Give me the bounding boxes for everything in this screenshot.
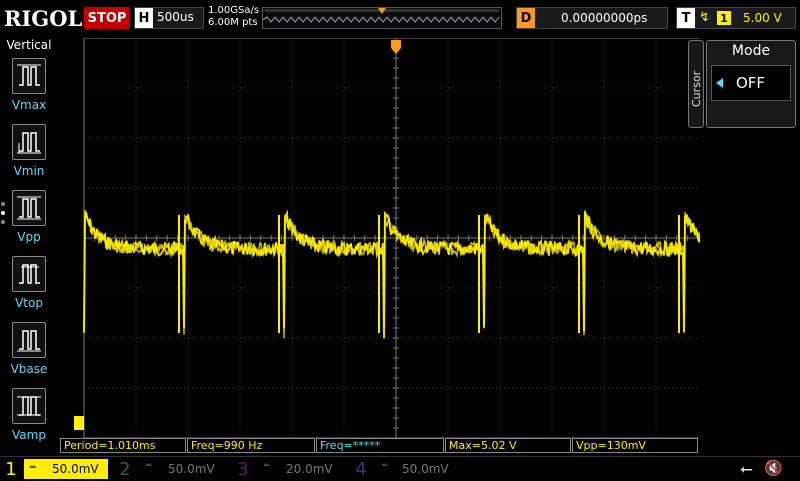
channel-1-trace-noise	[83, 209, 704, 339]
vtop-icon	[12, 256, 46, 292]
vertical-measure-menu: Vertical Vmax Vmin Vpp Vtop Vbase Vamp	[0, 38, 58, 450]
top-status-bar: RIGOL STOP H 500us 1.00GSa/s 6.00M pts D…	[0, 0, 800, 38]
measurement-period[interactable]: Period=1.010ms	[60, 438, 186, 453]
measurement-vpp[interactable]: Vpp=130mV	[572, 438, 698, 453]
horizontal-timebase[interactable]: H 500us	[134, 7, 204, 29]
vpp-icon	[12, 190, 46, 226]
vmax-icon	[12, 58, 46, 94]
measurement-freq-2[interactable]: Freq=*****	[316, 438, 444, 453]
rising-edge-icon: ↯	[699, 10, 710, 25]
dc-coupling-icon: ═	[264, 461, 270, 471]
menu-label: Vtop	[15, 296, 43, 310]
channel-2-tab[interactable]: 2 50.0mV ═	[116, 457, 228, 481]
run-stop-button[interactable]: STOP	[84, 7, 130, 29]
speaker-muted-icon[interactable]: 🔇	[764, 459, 783, 477]
mode-title: Mode	[731, 43, 771, 59]
dc-coupling-icon: ═	[382, 461, 388, 471]
vamp-icon	[12, 388, 46, 424]
waveform-display[interactable]	[60, 37, 718, 439]
mode-value: OFF	[736, 74, 766, 92]
cursor-section-title: Cursor	[690, 70, 703, 107]
menu-item-vpp[interactable]: Vpp	[0, 190, 58, 256]
rigol-logo: RIGOL	[4, 6, 83, 31]
vmin-icon	[12, 124, 46, 160]
trigger-position-marker	[391, 40, 401, 54]
channel-scale: 50.0mV	[402, 462, 449, 476]
measurement-bar: Period=1.010ms Freq=990 Hz Freq=***** Ma…	[60, 438, 700, 454]
trigger-delay[interactable]: D 0.00000000ps	[516, 7, 668, 29]
horizontal-key: H	[135, 8, 153, 28]
dc-coupling-icon: ═	[30, 463, 36, 473]
channel-1-tab[interactable]: 1 50.0mV ═	[0, 457, 112, 481]
measurement-freq[interactable]: Freq=990 Hz	[187, 438, 315, 453]
memory-depth: 6.00M pts	[208, 17, 258, 28]
menu-label: Vmax	[11, 98, 47, 112]
channel-1-offset-marker	[74, 416, 84, 430]
selector-arrow-icon	[716, 78, 723, 88]
channel-number: 3	[237, 458, 249, 480]
usb-icon: ⭠	[740, 459, 753, 478]
menu-item-vmax[interactable]: Vmax	[0, 58, 58, 124]
measurement-max[interactable]: Max=5.02 V	[445, 438, 571, 453]
trigger-settings[interactable]: T ↯ 1 5.00 V	[676, 7, 796, 29]
menu-item-vamp[interactable]: Vamp	[0, 388, 58, 454]
cursor-tab[interactable]: Cursor	[688, 40, 704, 128]
channel-scale: 50.0mV	[52, 462, 99, 476]
menu-item-vmin[interactable]: Vmin	[0, 124, 58, 190]
channel-number: 2	[119, 458, 131, 480]
menu-label: Vmin	[13, 164, 45, 178]
channel-number: 4	[355, 458, 367, 480]
menu-title: Vertical	[6, 38, 52, 52]
menu-label: Vamp	[12, 428, 46, 442]
memory-timeline[interactable]	[262, 7, 502, 29]
menu-item-vtop[interactable]: Vtop	[0, 256, 58, 322]
channel-scale: 50.0mV	[168, 462, 215, 476]
waveform-grid	[74, 37, 718, 439]
trigger-key: T	[677, 8, 695, 28]
delay-value: 0.00000000ps	[561, 11, 648, 25]
dc-coupling-icon: ═	[146, 461, 152, 471]
acquisition-info: 1.00GSa/s 6.00M pts	[208, 5, 259, 29]
channel-bar: 1 50.0mV ═ 2 50.0mV ═ 3 20.0mV ═ 4 50.0m…	[0, 456, 800, 481]
channel-number: 1	[5, 458, 17, 480]
trigger-source-channel: 1	[717, 11, 731, 25]
channel-scale: 20.0mV	[286, 462, 333, 476]
timeline-waveform	[262, 8, 500, 23]
sample-rate: 1.00GSa/s	[208, 5, 260, 16]
channel-4-tab[interactable]: 4 50.0mV ═	[352, 457, 464, 481]
vbase-icon	[12, 322, 46, 358]
menu-label: Vpp	[17, 230, 41, 244]
menu-item-vbase[interactable]: Vbase	[0, 322, 58, 388]
delay-key: D	[517, 8, 535, 28]
menu-page-indicator	[1, 202, 7, 229]
trigger-level: 5.00 V	[743, 11, 782, 25]
cursor-mode-control[interactable]: Mode OFF	[706, 40, 796, 128]
mode-selector[interactable]: OFF	[711, 65, 791, 101]
channel-3-tab[interactable]: 3 20.0mV ═	[234, 457, 346, 481]
timebase-value: 500us	[157, 10, 194, 24]
menu-label: Vbase	[10, 362, 48, 376]
